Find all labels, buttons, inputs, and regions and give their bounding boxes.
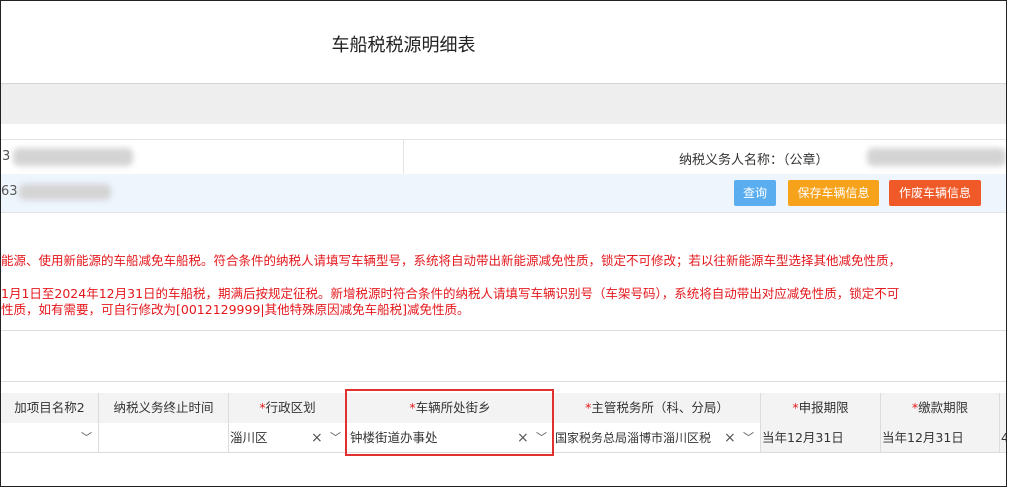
next-column-cell: 4	[1000, 423, 1006, 453]
section-divider	[1, 330, 1006, 331]
region-select[interactable]: 淄川区 × ﹀	[229, 423, 347, 453]
query-button[interactable]: 查询	[734, 180, 776, 206]
toolbar-band	[1, 84, 1006, 124]
page-title: 车船税税源明细表	[331, 35, 476, 56]
header-tax-office: *主管税务所（科、分局）	[554, 393, 761, 423]
chevron-down-icon[interactable]: ﹀	[743, 423, 754, 452]
info-row-vehicle: 63 查询 保存车辆信息 作废车辆信息	[1, 174, 1006, 213]
tax-office-select[interactable]: 国家税务总局淄博市淄川区税 × ﹀	[554, 423, 761, 453]
header-end-time: 纳税义务终止时间	[99, 393, 229, 423]
header-item-name: 加项目名称2	[1, 393, 99, 423]
chevron-down-icon: ﹀	[81, 431, 92, 444]
vehicle-id-fragment: 63	[1, 184, 18, 199]
close-icon[interactable]: ×	[311, 423, 323, 452]
highlight-box	[345, 389, 554, 456]
taxpayer-id-fragment: 3	[2, 149, 11, 164]
header-next-column	[1000, 393, 1006, 423]
header-pay-period: *缴款期限	[881, 393, 1000, 423]
taxpayer-name-label: 纳税义务人名称：（公章）	[679, 153, 829, 168]
notice-line-1: 能源、使用新能源的车船减免车船税。符合条件的纳税人请填写车辆型号，系统将自动带出…	[1, 253, 902, 268]
end-time-input[interactable]	[99, 423, 229, 453]
item-name-select[interactable]: ﹀	[1, 423, 99, 453]
header-report-period: *申报期限	[761, 393, 881, 423]
close-icon[interactable]: ×	[724, 423, 736, 452]
save-vehicle-button[interactable]: 保存车辆信息	[788, 180, 879, 206]
redacted-taxpayer-id	[13, 148, 133, 166]
void-vehicle-button[interactable]: 作废车辆信息	[889, 180, 981, 206]
redacted-taxpayer-name	[867, 148, 1006, 166]
grid-top-border	[1, 381, 1006, 382]
pay-period-cell: 当年12月31日	[881, 423, 1000, 453]
column-divider	[403, 140, 404, 174]
report-period-cell: 当年12月31日	[761, 423, 881, 453]
header-region: *行政区划	[229, 393, 347, 423]
chevron-down-icon[interactable]: ﹀	[330, 423, 341, 452]
window-frame: 车船税税源明细表 3 纳税义务人名称：（公章） 63 查询 保存车辆信息 作废车…	[0, 0, 1007, 487]
redacted-vehicle-id	[19, 184, 111, 200]
notice-line-3: 性质，如有需要，可自行修改为[0012129999|其他特殊原因减免车船税]减免…	[1, 302, 470, 317]
info-row-taxpayer: 3 纳税义务人名称：（公章）	[1, 139, 1006, 175]
